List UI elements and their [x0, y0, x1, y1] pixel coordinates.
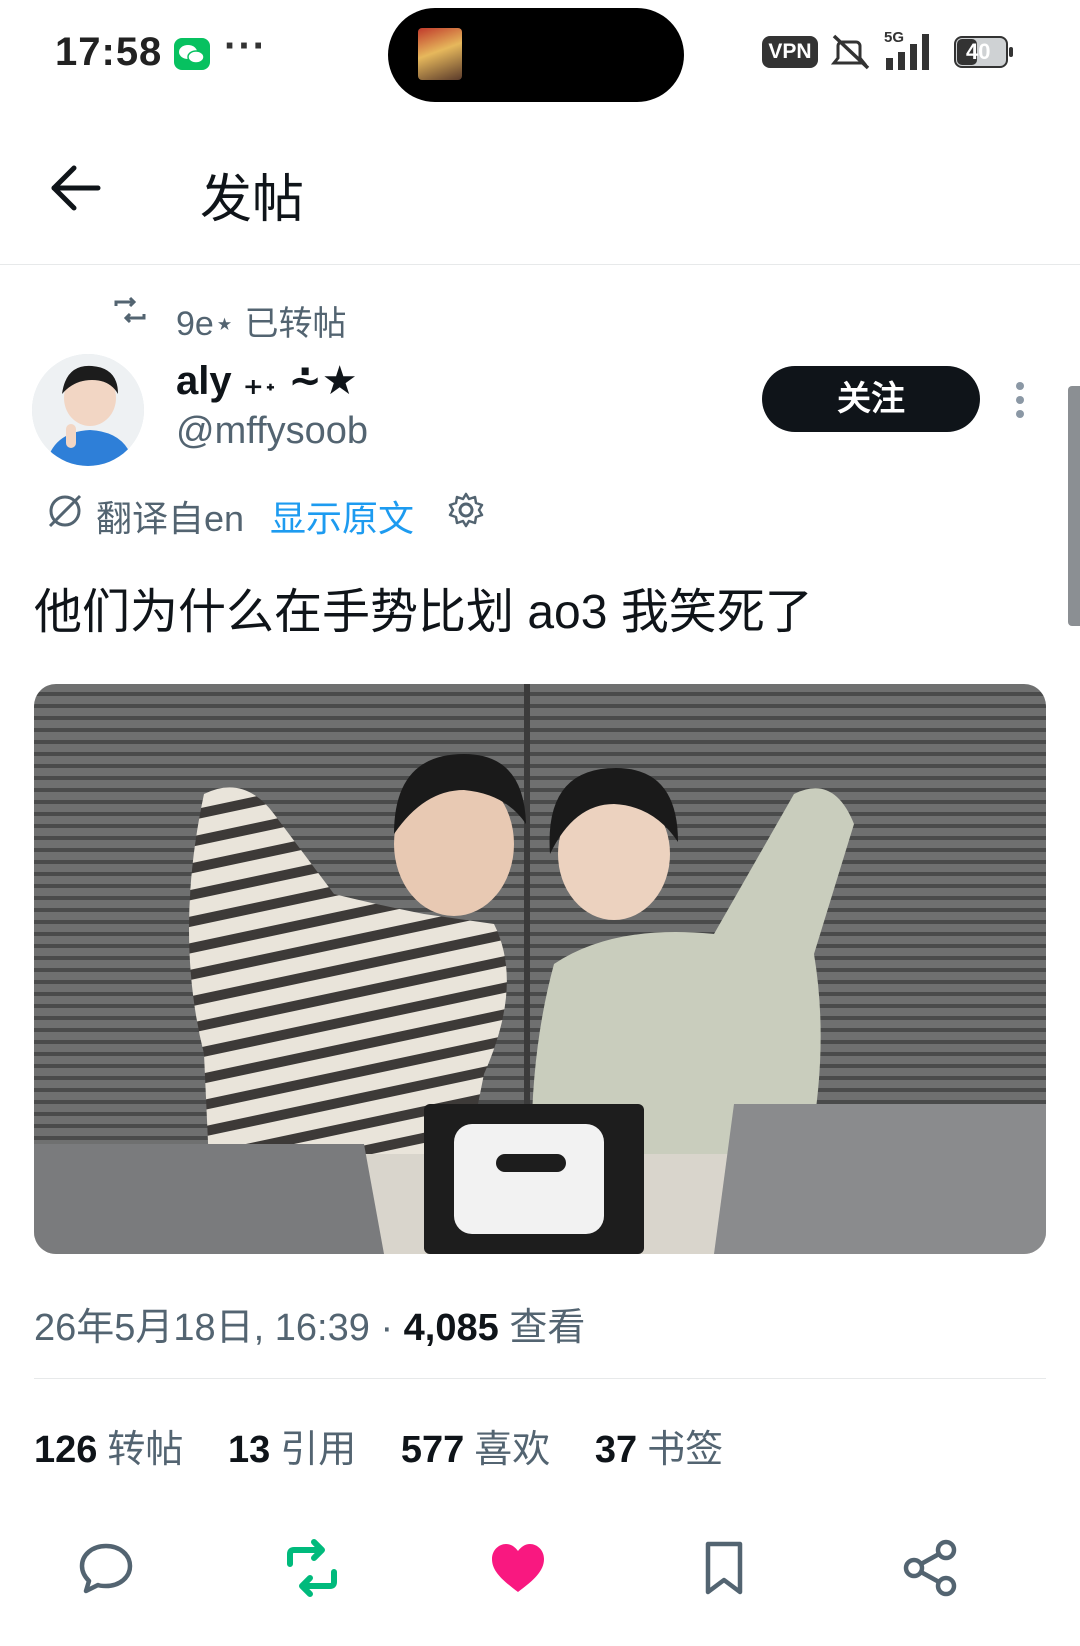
translated-from-label: 翻译自en	[96, 498, 245, 539]
signal-icon: 5G	[884, 29, 929, 70]
header-divider	[0, 264, 1080, 265]
battery-level: 40	[966, 39, 991, 64]
retweet-icon[interactable]	[282, 1538, 342, 1598]
stat-likes[interactable]: 577 喜欢	[401, 1429, 550, 1471]
stat-label: 书签	[647, 1429, 724, 1471]
notification-more-icon: ···	[224, 24, 267, 68]
show-original-link[interactable]: 显示原文	[270, 490, 414, 542]
stat-count: 13	[227, 1429, 271, 1471]
page-title: 发帖	[200, 171, 305, 229]
now-playing-album-art[interactable]	[418, 28, 462, 80]
gear-icon[interactable]	[446, 490, 486, 530]
like-icon[interactable]	[488, 1538, 548, 1598]
stat-label: 喜欢	[474, 1429, 551, 1471]
follow-button[interactable]: 关注	[762, 366, 980, 432]
stat-count: 126	[34, 1429, 98, 1471]
translate-icon	[48, 494, 82, 528]
battery-indicator: 40	[954, 36, 1014, 68]
author-display-name[interactable]: aly ₊˖ ⩪★	[176, 358, 358, 404]
tweet-text: 他们为什么在手势比划 ao3 我笑死了	[34, 586, 813, 639]
back-arrow-icon[interactable]	[46, 158, 106, 218]
more-options-icon[interactable]	[1014, 380, 1026, 420]
retweeted-by-label[interactable]: 9e⋆ 已转帖	[176, 296, 347, 345]
stat-retweets[interactable]: 126 转帖	[34, 1429, 183, 1471]
engagement-stats: 126 转帖 13 引用 577 喜欢 37 书签	[34, 1418, 757, 1473]
author-avatar[interactable]	[32, 354, 144, 466]
author-handle[interactable]: @mffysoob	[176, 410, 368, 453]
network-type: 5G	[884, 29, 904, 46]
mute-icon	[830, 34, 870, 70]
meta-separator: ·	[369, 1307, 404, 1349]
views-label: 查看	[498, 1307, 586, 1349]
retweet-context-icon	[114, 296, 146, 324]
share-icon[interactable]	[900, 1538, 960, 1598]
view-count: 4,085	[403, 1307, 499, 1349]
tweet-timestamp[interactable]: 26年5月18日, 16:39	[34, 1307, 370, 1349]
stat-bookmarks[interactable]: 37 书签	[595, 1429, 723, 1471]
stat-count: 577	[400, 1429, 465, 1471]
stat-label: 转帖	[107, 1429, 184, 1471]
reply-icon[interactable]	[76, 1538, 136, 1598]
stat-count: 37	[594, 1429, 638, 1471]
vpn-badge: VPN	[762, 36, 818, 68]
scrollbar[interactable]	[1068, 386, 1080, 626]
tweet-meta: 26年5月18日, 16:39 · 4,085 查看	[34, 1296, 585, 1351]
bookmark-icon[interactable]	[694, 1538, 754, 1598]
stat-label: 引用	[280, 1429, 357, 1471]
meta-divider	[34, 1378, 1046, 1379]
wechat-icon	[174, 38, 210, 70]
tweet-photo[interactable]	[34, 684, 1046, 1254]
stat-quotes[interactable]: 13 引用	[228, 1429, 356, 1471]
status-time: 17:58	[55, 30, 163, 74]
